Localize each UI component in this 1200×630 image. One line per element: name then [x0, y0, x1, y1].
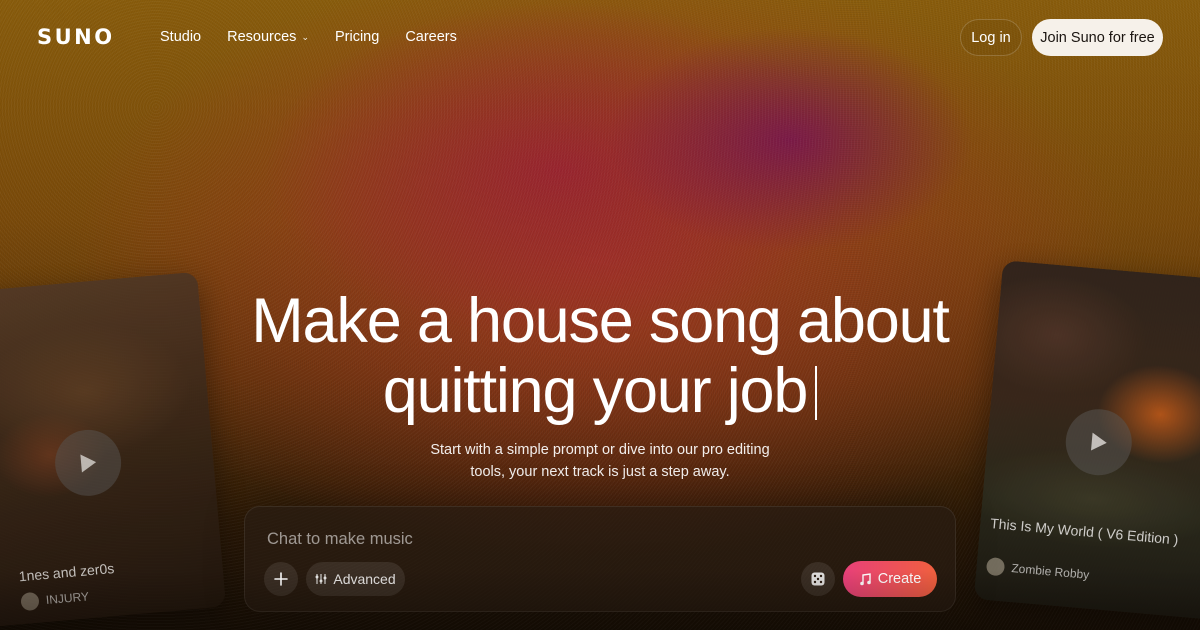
nav-link-studio[interactable]: Studio [160, 29, 201, 45]
sliders-icon [315, 574, 327, 584]
hero-title-line-2: quitting your job [382, 356, 809, 426]
random-prompt-button[interactable] [801, 562, 835, 596]
nav-link-pricing[interactable]: Pricing [335, 29, 379, 45]
artist-name: INJURY [45, 589, 90, 608]
add-button[interactable] [264, 562, 298, 596]
nav-link-resources[interactable]: Resources ⌄ [227, 29, 309, 45]
nav-links: Studio Resources ⌄ Pricing Careers [160, 29, 457, 45]
dice-icon [811, 572, 825, 586]
hero-title-line-1: Make a house song about [251, 286, 950, 356]
create-button[interactable]: Create [843, 561, 937, 597]
chevron-down-icon: ⌄ [301, 31, 309, 42]
typing-caret [815, 366, 818, 420]
login-button[interactable]: Log in [960, 19, 1022, 56]
advanced-button[interactable]: Advanced [306, 562, 405, 596]
hero-title: Make a house song about quitting your jo… [0, 286, 1200, 426]
prompt-input[interactable] [267, 527, 867, 551]
hero-subtitle-line-1: Start with a simple prompt or dive into … [430, 442, 770, 458]
nav-link-label: Resources [227, 29, 297, 45]
hero-subtitle-line-2: tools, your next track is just a step aw… [470, 464, 730, 480]
hero-title-line-2-wrap: quitting your job [0, 356, 1200, 426]
join-free-button[interactable]: Join Suno for free [1032, 19, 1163, 56]
music-prompt-box: Advanced Create [244, 506, 956, 612]
top-nav: SUNO Studio Resources ⌄ Pricing Careers L… [0, 0, 1200, 74]
plus-icon [274, 572, 288, 586]
hero-subtitle: Start with a simple prompt or dive into … [0, 439, 1200, 483]
suno-logo[interactable]: SUNO [37, 25, 115, 49]
nav-link-label: Pricing [334, 29, 380, 45]
advanced-label: Advanced [333, 571, 396, 587]
artist-avatar [20, 591, 40, 612]
create-label: Create [877, 571, 922, 587]
music-note-icon [859, 572, 871, 585]
nav-link-label: Careers [405, 29, 457, 45]
artist-avatar [985, 556, 1006, 577]
nav-link-label: Studio [160, 29, 202, 45]
nav-link-careers[interactable]: Careers [405, 29, 457, 45]
